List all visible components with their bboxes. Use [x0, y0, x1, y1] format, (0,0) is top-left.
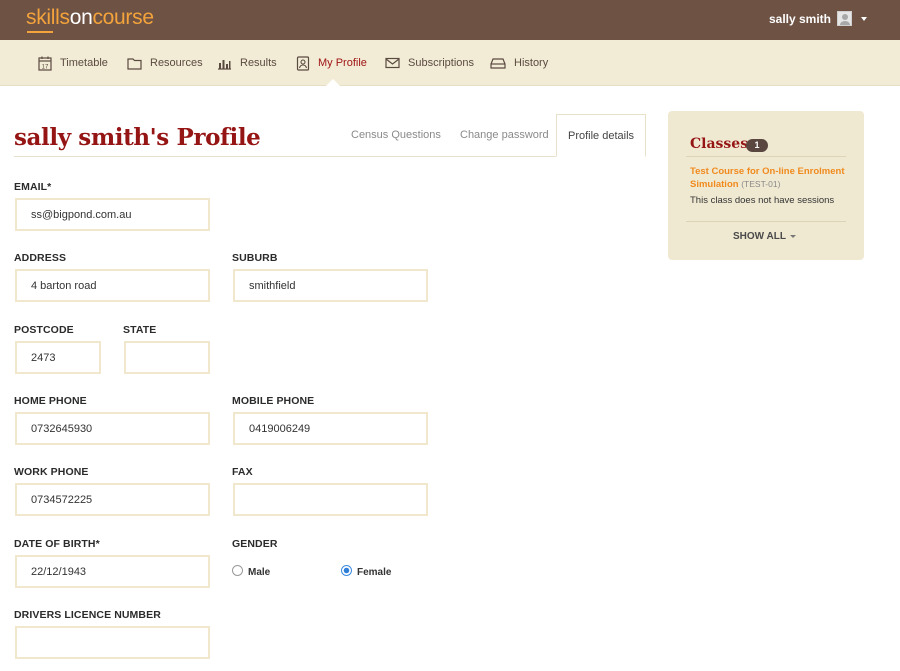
gender-female-radio[interactable]: [341, 565, 352, 576]
suburb-label: SUBURB: [232, 252, 278, 264]
nav-item-results[interactable]: Results: [217, 40, 277, 86]
gender-female-label[interactable]: Female: [357, 567, 391, 578]
user-menu[interactable]: sally smith: [769, 11, 867, 26]
email-field[interactable]: ss@bigpond.com.au: [15, 198, 210, 231]
course-link[interactable]: Test Course for On-line Enrolment Simula…: [690, 165, 855, 191]
nav-label: Results: [240, 57, 277, 69]
gender-male-radio[interactable]: [232, 565, 243, 576]
gender-male-label[interactable]: Male: [248, 567, 270, 578]
nav-label: Resources: [150, 57, 203, 69]
nav-active-pointer: [326, 79, 340, 86]
work-phone-field[interactable]: 0734572225: [15, 483, 210, 516]
show-all-label: SHOW ALL: [733, 231, 786, 242]
work-phone-label: WORK PHONE: [14, 466, 89, 478]
postcode-label: POSTCODE: [14, 324, 74, 336]
postcode-field[interactable]: 2473: [15, 341, 101, 374]
nav-label: Subscriptions: [408, 57, 475, 69]
nav-item-subscriptions[interactable]: Subscriptions: [385, 40, 474, 86]
inbox-icon: [490, 58, 506, 69]
home-phone-field[interactable]: 0732645930: [15, 412, 210, 445]
nav-label: History: [514, 57, 549, 69]
calendar-icon: 17: [38, 56, 52, 71]
mobile-phone-field[interactable]: 0419006249: [233, 412, 428, 445]
show-all-button[interactable]: SHOW ALL: [733, 231, 796, 242]
logo-text-course: course: [92, 6, 154, 29]
course-note: This class does not have sessions: [690, 195, 835, 206]
bar-chart-icon: [218, 59, 231, 70]
home-phone-label: HOME PHONE: [14, 395, 87, 407]
tab-change-password[interactable]: Change password: [460, 114, 549, 156]
profile-icon: [296, 55, 310, 71]
logo[interactable]: skillsoncourse: [26, 6, 154, 30]
nav-label: My Profile: [318, 57, 367, 69]
nav-label: Timetable: [60, 57, 108, 69]
state-label: STATE: [123, 324, 157, 336]
dob-label: DATE OF BIRTH*: [14, 538, 100, 550]
licence-label: DRIVERS LICENCE NUMBER: [14, 609, 161, 621]
avatar[interactable]: [837, 11, 852, 26]
divider: [686, 221, 846, 222]
mobile-phone-label: MOBILE PHONE: [232, 395, 315, 407]
logo-text-skills: skills: [26, 6, 70, 29]
caret-down-icon[interactable]: [861, 17, 867, 21]
suburb-field[interactable]: smithfield: [233, 269, 428, 302]
state-field[interactable]: [124, 341, 210, 374]
address-label: ADDRESS: [14, 252, 67, 264]
tab-profile-details[interactable]: Profile details: [556, 114, 647, 157]
user-name[interactable]: sally smith: [769, 12, 831, 26]
nav-item-resources[interactable]: Resources: [127, 40, 203, 86]
nav-item-timetable[interactable]: 17 Timetable: [38, 40, 108, 86]
classes-panel: Classes 1 Test Course for On-line Enrolm…: [668, 111, 864, 260]
nav-item-history[interactable]: History: [490, 40, 548, 86]
fax-label: FAX: [232, 466, 253, 478]
tab-census-questions[interactable]: Census Questions: [351, 114, 441, 156]
fax-field[interactable]: [233, 483, 428, 516]
gender-label: GENDER: [232, 538, 278, 550]
dob-field[interactable]: 22/12/1943: [15, 555, 210, 588]
tab-divider: [14, 156, 645, 157]
folder-icon: [127, 57, 142, 70]
logo-underline: [27, 31, 53, 33]
address-field[interactable]: 4 barton road: [15, 269, 210, 302]
course-code: (TEST-01): [741, 179, 781, 189]
divider: [686, 156, 846, 157]
main-nav: 17 Timetable Resources Results My Profil…: [0, 40, 900, 86]
classes-count-badge: 1: [746, 139, 768, 152]
svg-text:17: 17: [42, 64, 49, 70]
classes-title: Classes: [690, 136, 749, 152]
licence-field[interactable]: [15, 626, 210, 659]
top-bar: skillsoncourse sally smith: [0, 0, 900, 40]
page-title: sally smith's Profile: [14, 124, 261, 151]
logo-text-on: on: [69, 6, 93, 29]
chevron-down-icon: [789, 235, 796, 238]
envelope-icon: [385, 57, 400, 69]
email-label: EMAIL*: [14, 181, 52, 193]
